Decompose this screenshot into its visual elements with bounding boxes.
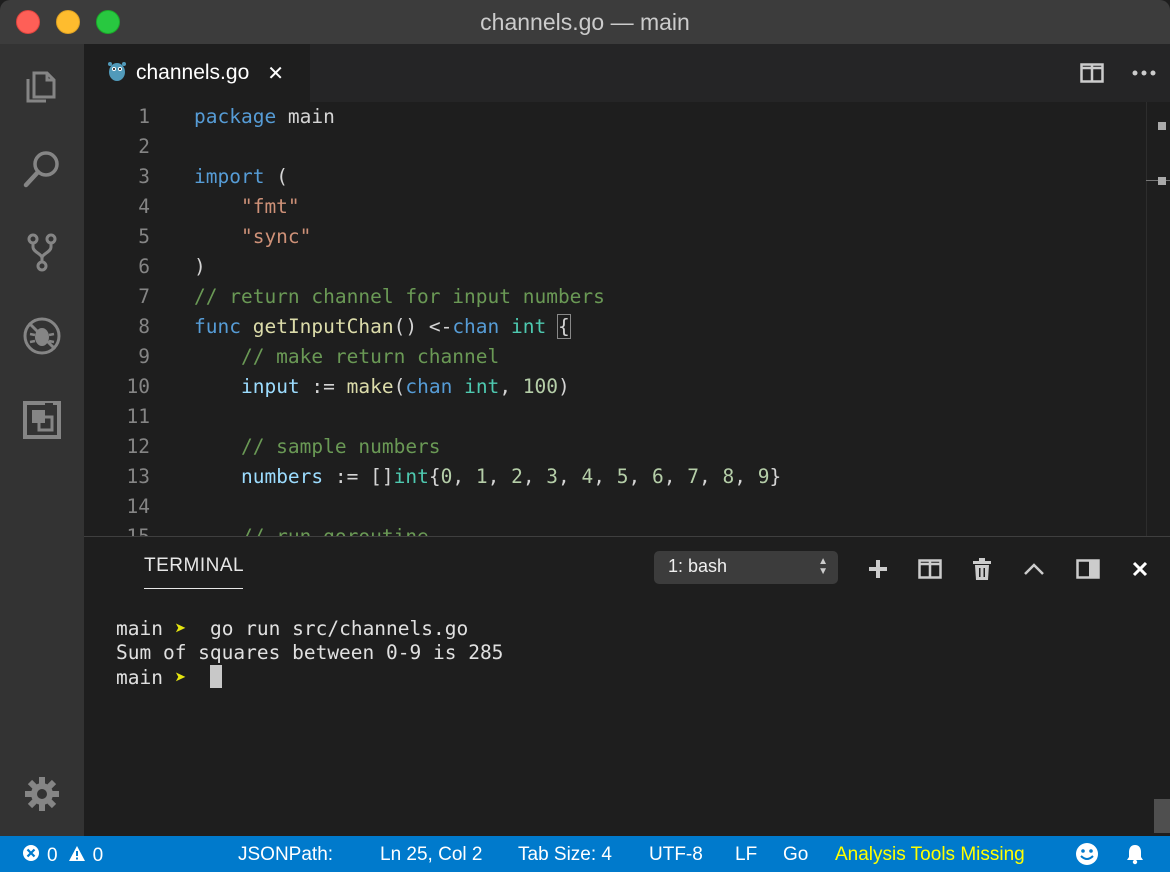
split-editor-icon[interactable] [1066, 44, 1118, 102]
code-line: 2 [138, 135, 150, 158]
tab-bar: channels.go ✕ [84, 44, 1170, 102]
warning-icon [68, 845, 86, 868]
tab-size[interactable]: Tab Size: 4 [518, 844, 612, 866]
error-count: 0 [47, 845, 58, 866]
code-line: 4 "fmt" [138, 195, 300, 218]
overview-ruler[interactable] [1146, 102, 1170, 536]
terminal-line: Sum of squares between 0-9 is 285 [116, 641, 504, 664]
code-line: 9 // make return channel [138, 345, 500, 368]
new-terminal-icon[interactable] [860, 551, 896, 587]
code-line: 11 [126, 405, 150, 428]
ruler-marker [1158, 122, 1166, 130]
code-line: 13 numbers := []int{0, 1, 2, 3, 4, 5, 6,… [126, 465, 782, 488]
window-title: channels.go — main [480, 9, 690, 35]
status-bar: 0 0 JSONPath: Ln 25, Col 2 Tab Size: 4 U… [0, 836, 1170, 872]
error-icon [22, 844, 40, 868]
explorer-icon[interactable] [20, 63, 64, 107]
terminal-line: main ➤ [116, 665, 222, 689]
trash-icon[interactable] [964, 551, 1000, 587]
problems-indicator[interactable]: 0 0 [22, 844, 103, 868]
code-line: 5 "sync" [138, 225, 312, 248]
code-line: 10 input := make(chan int, 100) [126, 375, 570, 398]
code-line: 8 func getInputChan() <-chan int { [138, 314, 571, 339]
close-panel-icon[interactable] [1122, 551, 1158, 587]
gopher-file-icon [108, 60, 126, 87]
language-mode[interactable]: Go [783, 844, 808, 866]
code-line: 1 package main [138, 105, 335, 128]
more-actions-icon[interactable] [1118, 44, 1170, 102]
notifications-bell-icon[interactable] [1124, 843, 1146, 865]
gear-icon[interactable] [20, 772, 64, 816]
code-line: 7// return channel for input numbers [138, 285, 605, 308]
extensions-icon[interactable] [20, 398, 64, 442]
ruler-marker [1158, 177, 1166, 185]
source-control-icon[interactable] [20, 230, 64, 274]
active-tab-indicator [144, 588, 243, 589]
terminal-panel: TERMINAL 1: bash ▲ ▼ main ➤ go run src/ch… [84, 536, 1170, 836]
feedback-smiley-icon[interactable] [1075, 842, 1099, 866]
code-line: 3 import ( [138, 165, 288, 188]
terminal-scrollbar[interactable] [1154, 799, 1170, 833]
debug-icon[interactable] [20, 314, 64, 358]
terminal-select[interactable]: 1: bash ▲ ▼ [654, 551, 838, 584]
line-ending[interactable]: LF [735, 844, 757, 866]
encoding[interactable]: UTF-8 [649, 844, 703, 866]
code-line: 15 // run goroutine [84, 522, 1144, 536]
activity-bar [0, 44, 84, 836]
warning-count: 0 [92, 845, 104, 866]
code-line: 6) [138, 255, 206, 278]
code-line: 14 [126, 495, 150, 518]
terminal-select-value: 1: bash [668, 556, 728, 576]
cursor-position[interactable]: Ln 25, Col 2 [380, 844, 482, 866]
toggle-panel-position-icon[interactable] [1070, 551, 1106, 587]
split-terminal-icon[interactable] [912, 551, 948, 587]
close-icon[interactable]: ✕ [267, 61, 284, 86]
maximize-panel-icon[interactable] [1016, 551, 1052, 587]
tab-terminal[interactable]: TERMINAL [144, 555, 244, 577]
jsonpath-status[interactable]: JSONPath: [238, 844, 333, 866]
tab-channels-go[interactable]: channels.go ✕ [84, 44, 310, 102]
code-editor[interactable]: 1 package main 2 3 import ( 4 "fmt" 5 "syn… [84, 102, 1170, 536]
terminal-line: main ➤ go run src/channels.go [116, 617, 469, 640]
code-line: 12 // sample numbers [126, 435, 441, 458]
select-arrows-icon: ▲ ▼ [818, 556, 828, 577]
tab-label: channels.go [136, 61, 250, 84]
title-bar: channels.go — main [0, 0, 1170, 44]
analysis-tools-missing[interactable]: Analysis Tools Missing [835, 844, 1025, 866]
search-icon[interactable] [20, 147, 64, 191]
terminal-cursor [209, 665, 222, 688]
